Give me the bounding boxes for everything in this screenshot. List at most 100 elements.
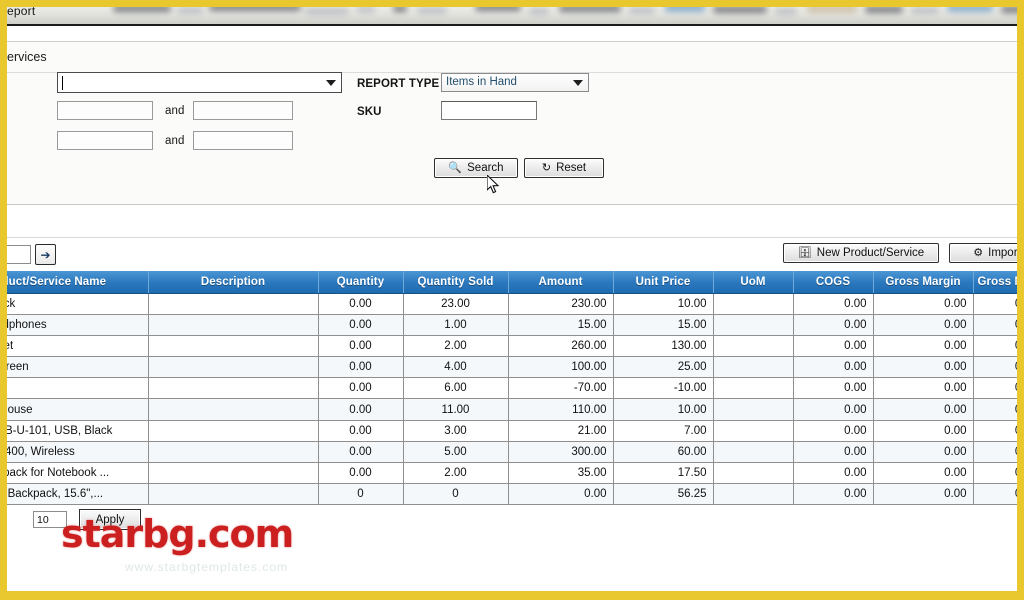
cell-product-name: Pad Tablet: [0, 335, 148, 356]
application-window: eport: [0, 0, 1024, 600]
cell-gross-margin: 0.00: [873, 357, 973, 378]
column-header-gross-margin[interactable]: Gross Margin: [873, 271, 973, 293]
cell-uom: [713, 484, 793, 505]
cell-gross-margin-pct: 0.: [973, 441, 1024, 462]
sku-input[interactable]: [441, 101, 537, 120]
cell-gross-margin: 0.00: [873, 463, 973, 484]
column-header-gross-margin-pct[interactable]: Gross Margin %: [973, 271, 1024, 293]
column-header-cogs[interactable]: COGS: [793, 271, 873, 293]
box-icon: 🗄: [798, 248, 812, 259]
cell-unit-price: 15.00: [613, 314, 713, 335]
table-row[interactable]: 0HDA Screen0.004.00100.0025.000.000.000.: [0, 357, 1024, 378]
between-row2-from-input[interactable]: [57, 131, 153, 150]
cell-quantity: 0.00: [318, 357, 403, 378]
screenshot-frame: eport: [0, 0, 1024, 600]
cell-product-name: embird KB-U-101, USB, Black: [0, 420, 148, 441]
cell-quantity: 0.00: [318, 399, 403, 420]
table-row[interactable]: Optical Mouse0.0011.00110.0010.000.000.0…: [0, 399, 1024, 420]
table-footer: s 10 Apply: [0, 505, 1024, 535]
between-row1-to-input[interactable]: [193, 101, 293, 120]
column-header-amount[interactable]: Amount: [508, 271, 613, 293]
table-row[interactable]: 800 Headphones0.001.0015.0015.000.000.00…: [0, 314, 1024, 335]
column-header-unit-price[interactable]: Unit Price: [613, 271, 713, 293]
text-caret: [62, 76, 63, 90]
column-header-product-name[interactable]: oduct/Service Name: [0, 271, 148, 293]
import-icon: ⚙: [973, 248, 983, 259]
cell-quantity-sold: 5.00: [403, 441, 508, 462]
report-type-label: REPORT TYPE: [357, 78, 439, 90]
search-icon: 🔍: [448, 163, 462, 174]
cell-gross-margin-pct: 0.: [973, 378, 1024, 399]
cell-amount: -70.00: [508, 378, 613, 399]
cell-amount: 100.00: [508, 357, 613, 378]
page-number-input[interactable]: [0, 245, 31, 264]
cell-quantity: 0.00: [318, 314, 403, 335]
cell-cogs: 0.00: [793, 293, 873, 314]
table-row[interactable]: ogitech k400, Wireless0.005.00300.0060.0…: [0, 441, 1024, 462]
cell-quantity-sold: 2.00: [403, 335, 508, 356]
cell-gross-margin: 0.00: [873, 314, 973, 335]
cell-uom: [713, 335, 793, 356]
cell-uom: [713, 441, 793, 462]
chevron-down-icon[interactable]: [326, 80, 336, 86]
table-row[interactable]: ple Backpack for Notebook ...0.002.0035.…: [0, 463, 1024, 484]
table-row[interactable]: 0.006.00-70.00-10.000.000.000.: [0, 378, 1024, 399]
window-title: eport: [7, 4, 35, 18]
table-row[interactable]: rt Laptop Backpack, 15.6",...000.0056.25…: [0, 484, 1024, 505]
column-header-uom[interactable]: UoM: [713, 271, 793, 293]
between-row2-to-input[interactable]: [193, 131, 293, 150]
cell-gross-margin: 0.00: [873, 399, 973, 420]
report-type-select[interactable]: Items in Hand: [441, 73, 589, 92]
cell-product-name: oard, black: [0, 293, 148, 314]
new-product-service-button[interactable]: 🗄 New Product/Service: [783, 243, 939, 263]
cell-amount: 300.00: [508, 441, 613, 462]
cell-description: [148, 378, 318, 399]
cell-amount: 0.00: [508, 484, 613, 505]
chevron-down-icon[interactable]: [573, 80, 583, 86]
cell-unit-price: 10.00: [613, 399, 713, 420]
cell-product-name: [0, 378, 148, 399]
between-row1-from-input[interactable]: [57, 101, 153, 120]
import-label: Import: [988, 247, 1021, 259]
table-row[interactable]: embird KB-U-101, USB, Black0.003.0021.00…: [0, 420, 1024, 441]
cell-quantity: 0.00: [318, 293, 403, 314]
cell-gross-margin-pct: 0.: [973, 399, 1024, 420]
search-button[interactable]: 🔍 Search: [434, 158, 518, 178]
table-row[interactable]: oard, black0.0023.00230.0010.000.000.000…: [0, 293, 1024, 314]
cell-gross-margin-pct: 0.: [973, 314, 1024, 335]
reset-button[interactable]: ↻ Reset: [524, 158, 604, 178]
column-header-quantity[interactable]: Quantity: [318, 271, 403, 293]
column-header-description[interactable]: Description: [148, 271, 318, 293]
cell-unit-price: 130.00: [613, 335, 713, 356]
search-button-label: Search: [467, 162, 503, 174]
products-table-wrapper: oduct/Service Name Description Quantity …: [0, 271, 1024, 505]
product-name-combobox[interactable]: [57, 72, 342, 93]
cell-amount: 35.00: [508, 463, 613, 484]
cell-unit-price: 7.00: [613, 420, 713, 441]
between-row1-and-label: and: [165, 105, 185, 117]
cell-amount: 230.00: [508, 293, 613, 314]
rows-per-page-input[interactable]: 10: [33, 511, 67, 528]
import-button[interactable]: ⚙ Import: [949, 243, 1024, 263]
table-header-row: oduct/Service Name Description Quantity …: [0, 271, 1024, 293]
cell-quantity: 0: [318, 484, 403, 505]
title-separator: [0, 26, 1024, 42]
cell-product-name: rt Laptop Backpack, 15.6",...: [0, 484, 148, 505]
cell-quantity: 0.00: [318, 441, 403, 462]
cell-unit-price: 25.00: [613, 357, 713, 378]
cell-quantity-sold: 6.00: [403, 378, 508, 399]
arrow-right-icon[interactable]: ➔: [35, 244, 56, 265]
cell-quantity: 0.00: [318, 420, 403, 441]
cell-gross-margin-pct: 0.: [973, 293, 1024, 314]
table-toolbar: ➔ 🗄 New Product/Service ⚙ Import: [0, 238, 1024, 271]
table-row[interactable]: Pad Tablet0.002.00260.00130.000.000.000.: [0, 335, 1024, 356]
cell-unit-price: 56.25: [613, 484, 713, 505]
cell-description: [148, 314, 318, 335]
column-header-quantity-sold[interactable]: Quantity Sold: [403, 271, 508, 293]
cell-quantity-sold: 11.00: [403, 399, 508, 420]
report-type-value: Items in Hand: [446, 76, 517, 88]
cell-amount: 21.00: [508, 420, 613, 441]
apply-button[interactable]: Apply: [79, 509, 141, 530]
cell-description: [148, 357, 318, 378]
cell-unit-price: 10.00: [613, 293, 713, 314]
